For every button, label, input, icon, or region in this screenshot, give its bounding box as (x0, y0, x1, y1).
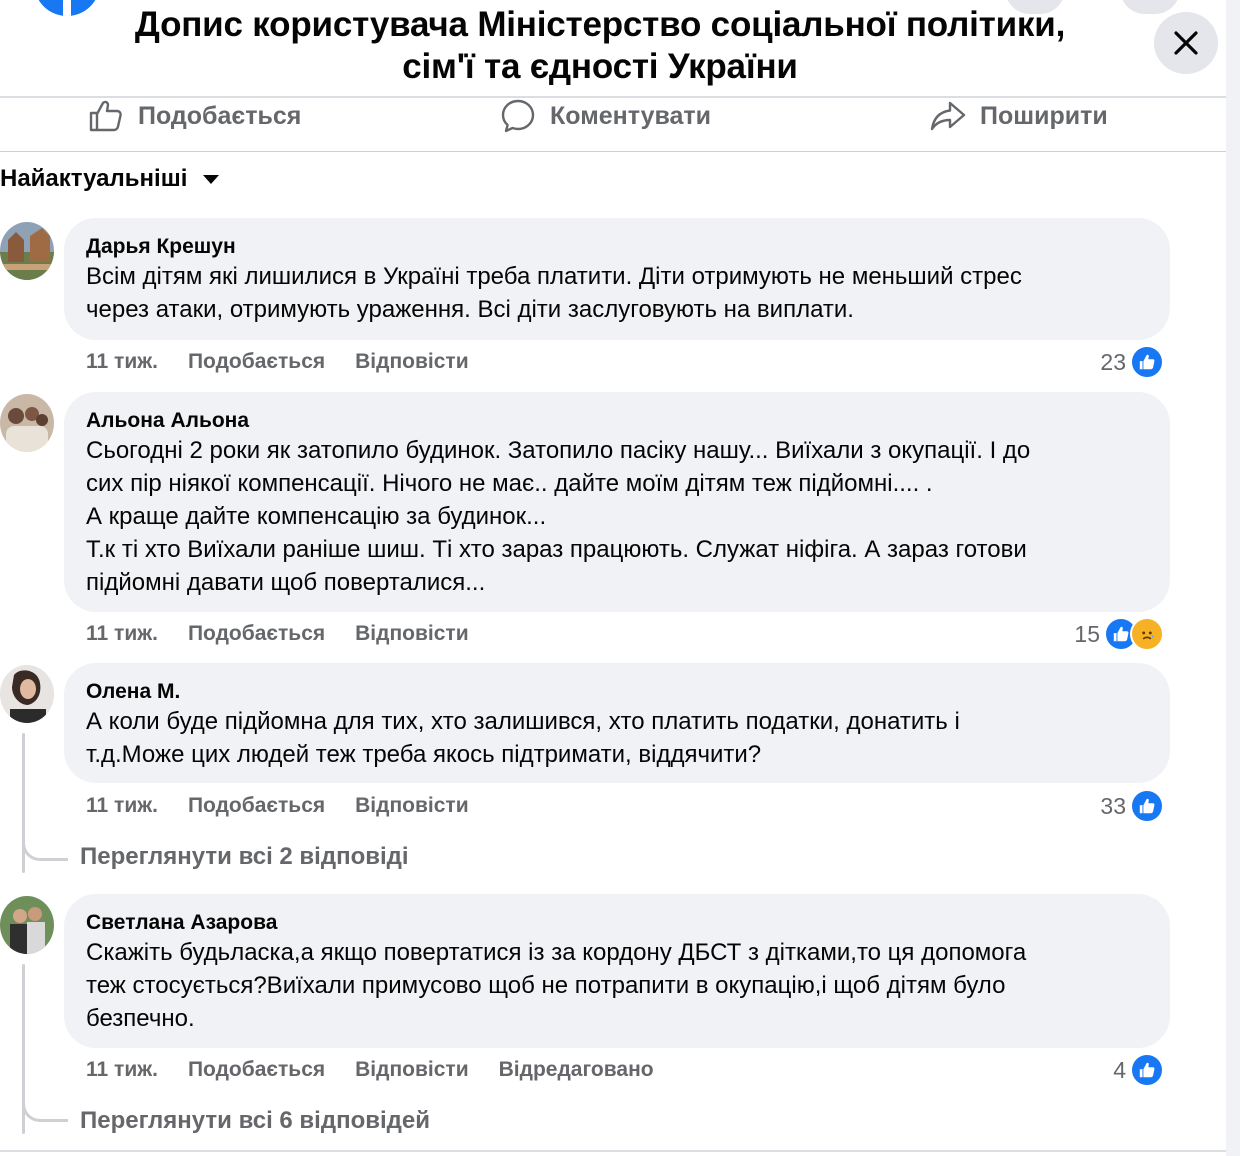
comment-author[interactable]: Олена М. (86, 679, 1148, 705)
comment-meta: 11 тиж. Подобається Відповісти Відредаго… (86, 1055, 654, 1085)
like-action-button[interactable]: Подобається (88, 98, 301, 134)
comment-sort-dropdown[interactable]: Найактуальніші (0, 162, 221, 196)
dialog-title-line2: сім'ї та єдності України (402, 47, 798, 86)
view-replies-link[interactable]: Переглянути всі 6 відповідей (80, 1107, 430, 1135)
comment-reply-button[interactable]: Відповісти (355, 350, 468, 374)
reply-thread-corner (22, 1096, 68, 1122)
reaction-count: 4 (1113, 1056, 1126, 1083)
like-action-label: Подобається (138, 101, 302, 130)
reaction-summary[interactable]: 23 (1100, 345, 1164, 379)
avatar[interactable] (0, 665, 54, 723)
close-icon (1174, 31, 1198, 55)
share-action-label: Поширити (980, 101, 1108, 130)
comment-text: Скажіть будьласка,а якщо повертатися із … (86, 939, 1027, 1032)
comment-bubble: Альона Альона Сьогодні 2 роки як затопил… (64, 392, 1170, 612)
comment-bubble: Светлана Азарова Скажіть будьласка,а якщ… (64, 894, 1170, 1048)
edited-label[interactable]: Відредаговано (499, 1058, 654, 1082)
action-bar-divider (0, 151, 1226, 152)
like-reaction-icon (1130, 789, 1164, 823)
reaction-summary[interactable]: 15 (1074, 617, 1164, 651)
post-action-bar: Подобається Коментувати Поширити (0, 98, 1226, 152)
comment-author[interactable]: Альона Альона (86, 408, 1148, 434)
comment-reply-button[interactable]: Відповісти (355, 1058, 468, 1082)
comment-author[interactable]: Дарья Крешун (86, 234, 1148, 260)
comment-action-label: Коментувати (550, 101, 712, 130)
avatar[interactable] (0, 896, 54, 954)
like-reaction-icon (1130, 1053, 1164, 1087)
reaction-count: 23 (1100, 348, 1126, 375)
comment-like-button[interactable]: Подобається (188, 622, 325, 646)
reaction-count: 15 (1074, 620, 1100, 647)
avatar[interactable] (0, 394, 54, 452)
reaction-summary[interactable]: 4 (1113, 1053, 1164, 1087)
sad-reaction-icon (1130, 617, 1164, 651)
bottom-divider (0, 1150, 1226, 1152)
comment-timestamp[interactable]: 11 тиж. (86, 1058, 158, 1082)
comment-text: Всім дітям які лишилися в Україні треба … (86, 263, 1022, 323)
avatar[interactable] (0, 222, 54, 280)
dialog-title-line1: Допис користувача Міністерство соціально… (134, 5, 1066, 44)
comment-reply-button[interactable]: Відповісти (355, 622, 468, 646)
share-arrow-icon (930, 101, 966, 131)
comment-bubble: Олена М. А коли буде підйомна для тих, х… (64, 663, 1170, 783)
post-dialog-header: Допис користувача Міністерство соціально… (0, 0, 1226, 96)
comment-author[interactable]: Светлана Азарова (86, 910, 1148, 936)
comment-timestamp[interactable]: 11 тиж. (86, 794, 158, 818)
toolbar-button-partial[interactable] (1120, 0, 1180, 14)
comment-timestamp[interactable]: 11 тиж. (86, 350, 158, 374)
comment-text: А коли буде підйомна для тих, хто залиши… (86, 708, 960, 768)
sort-label: Найактуальніші (0, 165, 188, 192)
comment-text: Сьогодні 2 роки як затопило будинок. Зат… (86, 437, 1031, 596)
thumbs-up-icon (89, 100, 122, 132)
comment-like-button[interactable]: Подобається (188, 1058, 325, 1082)
like-reaction-icon (1130, 345, 1164, 379)
comment-like-button[interactable]: Подобається (188, 350, 325, 374)
comment-timestamp[interactable]: 11 тиж. (86, 622, 158, 646)
side-scroll-strip (1226, 0, 1240, 1156)
comment-action-button[interactable]: Коментувати (500, 98, 711, 134)
comment-like-button[interactable]: Подобається (188, 794, 325, 818)
view-replies-link[interactable]: Переглянути всі 2 відповіді (80, 843, 409, 871)
caret-down-icon (203, 175, 220, 184)
share-action-button[interactable]: Поширити (930, 98, 1108, 134)
close-button[interactable] (1154, 12, 1218, 74)
comment-meta: 11 тиж. Подобається Відповісти (86, 791, 469, 821)
reply-thread-corner (22, 835, 68, 861)
comment-bubble: Дарья Крешун Всім дітям які лишилися в У… (64, 218, 1170, 340)
comment-meta: 11 тиж. Подобається Відповісти (86, 347, 469, 377)
reaction-count: 33 (1100, 792, 1126, 819)
dialog-title: Допис користувача Міністерство соціально… (80, 4, 1120, 88)
comment-reply-button[interactable]: Відповісти (355, 794, 468, 818)
reaction-summary[interactable]: 33 (1100, 789, 1164, 823)
comment-bubble-icon (501, 99, 535, 133)
comment-meta: 11 тиж. Подобається Відповісти (86, 619, 469, 649)
